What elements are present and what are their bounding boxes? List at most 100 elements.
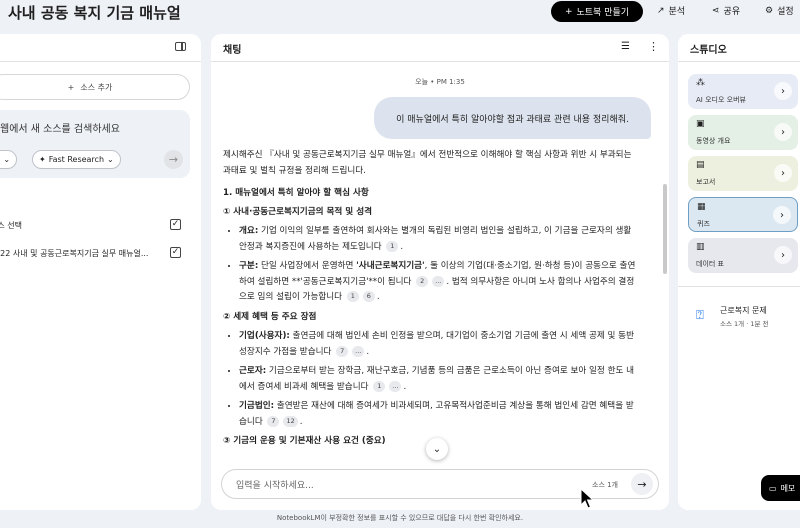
source-item[interactable]: 2022 사내 및 공동근로복지기금 실무 매뉴얼... ✓ bbox=[0, 245, 190, 261]
studio-card-report[interactable]: ▤ 보고서 › bbox=[688, 156, 798, 191]
chevron-down-icon: ⌄ bbox=[432, 443, 442, 455]
list-item: 기업(사용자): 출연금에 대해 법인세 손비 인정을 받으며, 대기업이 중소… bbox=[239, 329, 637, 360]
select-all-checkbox[interactable]: ✓ bbox=[170, 219, 181, 230]
arrow-right-icon: → bbox=[637, 477, 647, 491]
citation-chip[interactable]: 1 bbox=[386, 240, 399, 252]
quiz-note-icon: ⍰ bbox=[696, 308, 704, 323]
analytics-button[interactable]: ↗ 분석 bbox=[657, 4, 686, 18]
citation-chip[interactable]: 1 bbox=[373, 380, 386, 392]
chat-input-placeholder[interactable]: 입력을 시작하세요... bbox=[236, 478, 314, 491]
bullet-text: 기금으로부터 받는 장학금, 재난구호금, 기념품 등의 금품은 근로소득이 아… bbox=[239, 366, 635, 392]
citation-more-chip[interactable]: ... bbox=[352, 345, 365, 357]
select-all-row[interactable]: 소스 선택 ✓ bbox=[0, 217, 190, 233]
card-label: 퀴즈 bbox=[697, 220, 710, 228]
share-icon: ⋖ bbox=[712, 5, 720, 16]
card-label: 보고서 bbox=[696, 178, 716, 186]
chat-scrollbar[interactable] bbox=[663, 184, 667, 274]
web-source-search[interactable]: 웹에서 새 소스를 검색하세요 웹 ⌄ ✦ Fast Research ⌄ → bbox=[0, 110, 190, 178]
bullet-text: 기업 이익의 일부를 출연하여 회사와는 별개의 독립된 비영리 법인을 설립하… bbox=[239, 226, 632, 252]
notebook-title[interactable]: 사내 공동 복지 기금 매뉴얼 bbox=[8, 2, 181, 23]
card-label: 동영상 개요 bbox=[696, 137, 731, 145]
share-label: 공유 bbox=[723, 7, 741, 17]
analytics-label: 분석 bbox=[668, 7, 686, 17]
chevron-right-icon[interactable]: › bbox=[774, 164, 792, 182]
divider bbox=[0, 61, 201, 62]
message-timestamp: 오늘 • PM 1:35 bbox=[415, 78, 465, 86]
research-mode-dropdown[interactable]: ✦ Fast Research ⌄ bbox=[32, 150, 121, 169]
citation-chip[interactable]: 7 bbox=[336, 345, 349, 357]
disclaimer-footer: NotebookLM이 부정확한 정보를 표시할 수 있으므로 대답을 다시 한… bbox=[276, 514, 524, 522]
search-prompt: 웹에서 새 소스를 검색하세요 bbox=[0, 124, 120, 135]
submit-search-button[interactable]: → bbox=[164, 150, 183, 169]
studio-card-video-overview[interactable]: ▣ 동영상 개요 › bbox=[688, 115, 798, 150]
new-notebook-label: 노트북 만들기 bbox=[576, 8, 630, 18]
chevron-right-icon[interactable]: › bbox=[774, 246, 792, 264]
note-item[interactable]: ⍰ 근로복지 문제 소스 1개 · 1분 전 bbox=[696, 304, 800, 334]
scroll-to-bottom-button[interactable]: ⌄ bbox=[426, 438, 448, 460]
add-source-label: 소스 추가 bbox=[80, 82, 113, 92]
source-count-badge: 소스 1개 bbox=[592, 481, 618, 489]
answer-intro: 제시해주신 『사내 및 공동근로복지기금 실무 매뉴얼』에서 전반적으로 이해해… bbox=[223, 150, 632, 176]
bullet-bold-text: '사내근로복지기금' bbox=[356, 261, 425, 271]
trend-icon: ↗ bbox=[657, 5, 665, 16]
bullet-list: 개요: 기업 이익의 일부를 출연하여 회사와는 별개의 독립된 비영리 법인을… bbox=[239, 224, 637, 306]
more-vert-icon[interactable]: ⋮ bbox=[648, 40, 659, 53]
new-notebook-button[interactable]: + 노트북 만들기 bbox=[551, 1, 643, 22]
sparkle-search-icon: ✦ bbox=[39, 155, 46, 164]
add-memo-button[interactable]: ▭ 메모 bbox=[761, 475, 800, 501]
memo-label: 메모 bbox=[780, 483, 796, 493]
plus-icon: + bbox=[564, 6, 573, 17]
chat-title: 채팅 bbox=[223, 45, 242, 56]
bullet-label: 기금법인: bbox=[239, 401, 275, 411]
divider bbox=[211, 61, 669, 62]
divider bbox=[678, 286, 800, 287]
studio-card-audio-overview[interactable]: ⁂ AI 오디오 오버뷰 › bbox=[688, 74, 798, 109]
note-title: 근로복지 문제 bbox=[720, 306, 767, 315]
studio-card-data-table[interactable]: ▥ 데이터 표 › bbox=[688, 238, 798, 273]
citation-chip[interactable]: 2 bbox=[416, 275, 429, 287]
collapse-panel-icon[interactable] bbox=[175, 42, 186, 51]
citation-chip[interactable]: 1 bbox=[346, 291, 359, 302]
gear-icon: ⚙ bbox=[765, 5, 774, 16]
note-meta: 소스 1개 · 1분 전 bbox=[720, 320, 769, 328]
assistant-answer: 제시해주신 『사내 및 공동근로복지기금 실무 매뉴얼』에서 전반적으로 이해해… bbox=[223, 148, 637, 468]
answer-section-heading: 1. 매뉴얼에서 특히 알아야 할 핵심 사항 bbox=[223, 188, 369, 198]
card-label: AI 오디오 오버뷰 bbox=[696, 96, 746, 104]
chevron-right-icon[interactable]: › bbox=[774, 123, 792, 141]
studio-panel: 스튜디오 ⁂ AI 오디오 오버뷰 › ▣ 동영상 개요 › ▤ 보고서 › ▦… bbox=[678, 34, 800, 510]
research-chip-label: Fast Research bbox=[48, 155, 105, 164]
note-add-icon: ▭ bbox=[769, 483, 777, 493]
citation-chip[interactable]: 6 bbox=[362, 291, 375, 302]
chat-panel: 채팅 ☰ ⋮ 오늘 • PM 1:35 이 매뉴얼에서 특히 알아야할 점과 과… bbox=[211, 34, 669, 510]
chevron-right-icon[interactable]: › bbox=[774, 82, 792, 100]
bullet-label: 기업(사용자): bbox=[239, 331, 290, 341]
table-icon: ▥ bbox=[696, 242, 705, 252]
source-item-name: 2022 사내 및 공동근로복지기금 실무 매뉴얼... bbox=[0, 248, 149, 258]
bullet-text: 단일 사업장에서 운영하면 bbox=[258, 261, 357, 271]
divider bbox=[678, 61, 800, 62]
citation-chip[interactable]: 7 bbox=[267, 415, 280, 427]
send-button[interactable]: → bbox=[631, 473, 653, 495]
select-all-label: 소스 선택 bbox=[0, 220, 22, 230]
top-bar: 사내 공동 복지 기금 매뉴얼 + 노트북 만들기 ↗ 분석 ⋖ 공유 ⚙ 설정 bbox=[0, 0, 800, 28]
quiz-icon: ▦ bbox=[697, 202, 706, 212]
citation-more-chip[interactable]: ... bbox=[389, 380, 402, 392]
video-icon: ▣ bbox=[696, 119, 705, 129]
citation-more-chip[interactable]: ... bbox=[432, 275, 445, 287]
chevron-right-icon[interactable]: › bbox=[773, 206, 791, 224]
source-checkbox[interactable]: ✓ bbox=[170, 247, 181, 258]
audio-icon: ⁂ bbox=[696, 78, 705, 88]
settings-button[interactable]: ⚙ 설정 bbox=[765, 4, 794, 18]
list-item: 구분: 단일 사업장에서 운영하면 '사내근로복지기금', 둘 이상의 기업(대… bbox=[239, 259, 637, 306]
share-button[interactable]: ⋖ 공유 bbox=[712, 4, 741, 18]
tune-icon[interactable]: ☰ bbox=[621, 41, 630, 52]
answer-subheading: ② 세제 혜택 등 주요 장점 bbox=[223, 311, 317, 322]
citation-chip[interactable]: 12 bbox=[283, 415, 298, 427]
bullet-label: 개요: bbox=[239, 226, 259, 236]
add-source-button[interactable]: + 소스 추가 bbox=[0, 74, 190, 100]
studio-card-quiz[interactable]: ▦ 퀴즈 › bbox=[688, 197, 798, 232]
user-message: 이 매뉴얼에서 특히 알아야할 점과 과태료 관련 내용 정리해줘. bbox=[374, 97, 651, 139]
web-dropdown[interactable]: 웹 ⌄ bbox=[0, 150, 18, 169]
studio-title: 스튜디오 bbox=[690, 45, 727, 56]
sources-panel: + 소스 추가 웹에서 새 소스를 검색하세요 웹 ⌄ ✦ Fast Resea… bbox=[0, 34, 201, 510]
